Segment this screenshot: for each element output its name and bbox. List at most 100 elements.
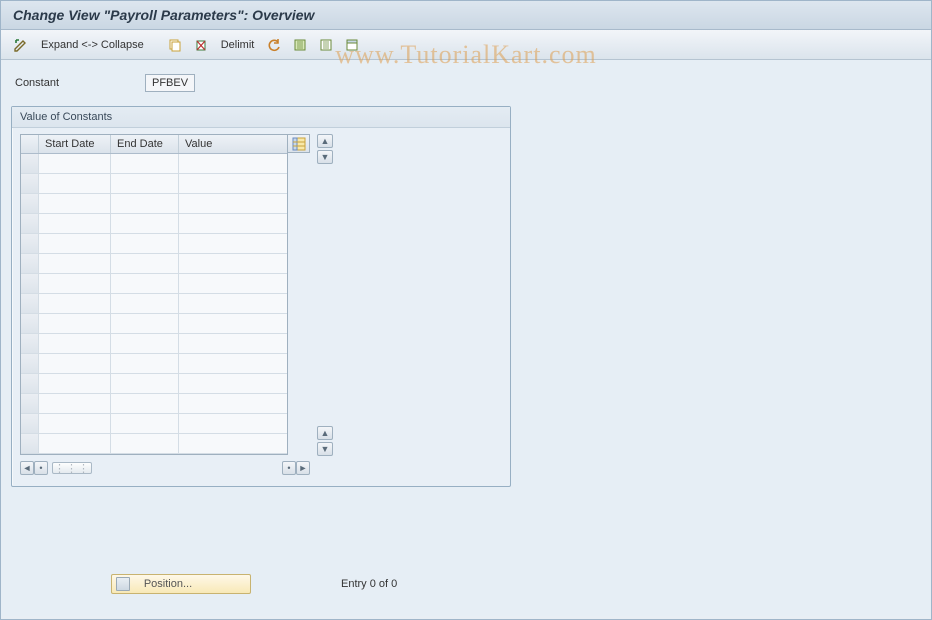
cell-value[interactable]	[179, 194, 287, 213]
row-selector[interactable]	[21, 154, 39, 173]
table-row[interactable]	[21, 294, 287, 314]
cell-start-date[interactable]	[39, 394, 111, 413]
select-all-icon[interactable]	[290, 35, 310, 55]
copy-icon[interactable]	[165, 35, 185, 55]
position-button[interactable]: Position...	[111, 574, 251, 594]
row-selector[interactable]	[21, 194, 39, 213]
row-selector[interactable]	[21, 354, 39, 373]
table-row[interactable]	[21, 274, 287, 294]
cell-end-date[interactable]	[111, 194, 179, 213]
cell-value[interactable]	[179, 394, 287, 413]
constant-field[interactable]: PFBEV	[145, 74, 195, 92]
cell-value[interactable]	[179, 274, 287, 293]
scroll-up-icon[interactable]: ▲	[317, 134, 333, 148]
row-selector[interactable]	[21, 294, 39, 313]
cell-end-date[interactable]	[111, 374, 179, 393]
cell-end-date[interactable]	[111, 154, 179, 173]
cell-start-date[interactable]	[39, 414, 111, 433]
cell-end-date[interactable]	[111, 334, 179, 353]
cell-value[interactable]	[179, 234, 287, 253]
row-selector-header[interactable]	[21, 135, 39, 153]
row-selector[interactable]	[21, 274, 39, 293]
row-selector[interactable]	[21, 394, 39, 413]
cell-end-date[interactable]	[111, 354, 179, 373]
pencil-toggle-icon[interactable]	[11, 35, 31, 55]
table-row[interactable]	[21, 394, 287, 414]
scroll-up-bottom-icon[interactable]: ▲	[317, 426, 333, 440]
cell-end-date[interactable]	[111, 294, 179, 313]
cell-value[interactable]	[179, 214, 287, 233]
scroll-down-icon[interactable]: ▼	[317, 150, 333, 164]
table-row[interactable]	[21, 154, 287, 174]
cell-end-date[interactable]	[111, 254, 179, 273]
cell-value[interactable]	[179, 434, 287, 453]
cell-start-date[interactable]	[39, 294, 111, 313]
table-row[interactable]	[21, 374, 287, 394]
scroll-down-bottom-icon[interactable]: ▼	[317, 442, 333, 456]
cell-value[interactable]	[179, 294, 287, 313]
cell-value[interactable]	[179, 334, 287, 353]
cell-value[interactable]	[179, 414, 287, 433]
cell-end-date[interactable]	[111, 274, 179, 293]
scroll-left-step-icon[interactable]: •	[34, 461, 48, 475]
cell-start-date[interactable]	[39, 174, 111, 193]
cell-value[interactable]	[179, 154, 287, 173]
deselect-all-icon[interactable]	[316, 35, 336, 55]
row-selector[interactable]	[21, 254, 39, 273]
cell-start-date[interactable]	[39, 354, 111, 373]
cell-end-date[interactable]	[111, 234, 179, 253]
undo-icon[interactable]	[264, 35, 284, 55]
row-selector[interactable]	[21, 314, 39, 333]
scroll-thumb[interactable]: ⋮⋮⋮	[52, 462, 92, 474]
cell-end-date[interactable]	[111, 434, 179, 453]
cell-end-date[interactable]	[111, 174, 179, 193]
cell-end-date[interactable]	[111, 394, 179, 413]
table-row[interactable]	[21, 194, 287, 214]
delimit-button[interactable]: Delimit	[217, 39, 259, 51]
table-row[interactable]	[21, 334, 287, 354]
cell-value[interactable]	[179, 374, 287, 393]
expand-collapse-button[interactable]: Expand <-> Collapse	[37, 39, 148, 51]
cell-start-date[interactable]	[39, 434, 111, 453]
cell-value[interactable]	[179, 254, 287, 273]
table-row[interactable]	[21, 354, 287, 374]
cell-start-date[interactable]	[39, 254, 111, 273]
cell-start-date[interactable]	[39, 334, 111, 353]
table-row[interactable]	[21, 174, 287, 194]
cell-start-date[interactable]	[39, 314, 111, 333]
table-settings-icon[interactable]	[342, 35, 362, 55]
row-selector[interactable]	[21, 174, 39, 193]
table-row[interactable]	[21, 414, 287, 434]
table-row[interactable]	[21, 234, 287, 254]
table-row[interactable]	[21, 314, 287, 334]
row-selector[interactable]	[21, 214, 39, 233]
table-row[interactable]	[21, 434, 287, 454]
row-selector[interactable]	[21, 334, 39, 353]
cell-end-date[interactable]	[111, 314, 179, 333]
cell-value[interactable]	[179, 174, 287, 193]
cell-end-date[interactable]	[111, 214, 179, 233]
scroll-right-icon[interactable]: ►	[296, 461, 310, 475]
cell-start-date[interactable]	[39, 194, 111, 213]
cell-end-date[interactable]	[111, 414, 179, 433]
table-row[interactable]	[21, 254, 287, 274]
cell-start-date[interactable]	[39, 214, 111, 233]
column-end-date[interactable]: End Date	[111, 135, 179, 153]
row-selector[interactable]	[21, 374, 39, 393]
row-selector[interactable]	[21, 414, 39, 433]
row-selector[interactable]	[21, 234, 39, 253]
cell-start-date[interactable]	[39, 234, 111, 253]
cell-start-date[interactable]	[39, 374, 111, 393]
delete-icon[interactable]	[191, 35, 211, 55]
column-value[interactable]: Value	[179, 135, 287, 153]
table-row[interactable]	[21, 214, 287, 234]
scroll-right-step-icon[interactable]: •	[282, 461, 296, 475]
cell-start-date[interactable]	[39, 154, 111, 173]
cell-start-date[interactable]	[39, 274, 111, 293]
cell-value[interactable]	[179, 354, 287, 373]
column-start-date[interactable]: Start Date	[39, 135, 111, 153]
configure-columns-icon[interactable]	[288, 134, 310, 153]
row-selector[interactable]	[21, 434, 39, 453]
cell-value[interactable]	[179, 314, 287, 333]
scroll-left-icon[interactable]: ◄	[20, 461, 34, 475]
